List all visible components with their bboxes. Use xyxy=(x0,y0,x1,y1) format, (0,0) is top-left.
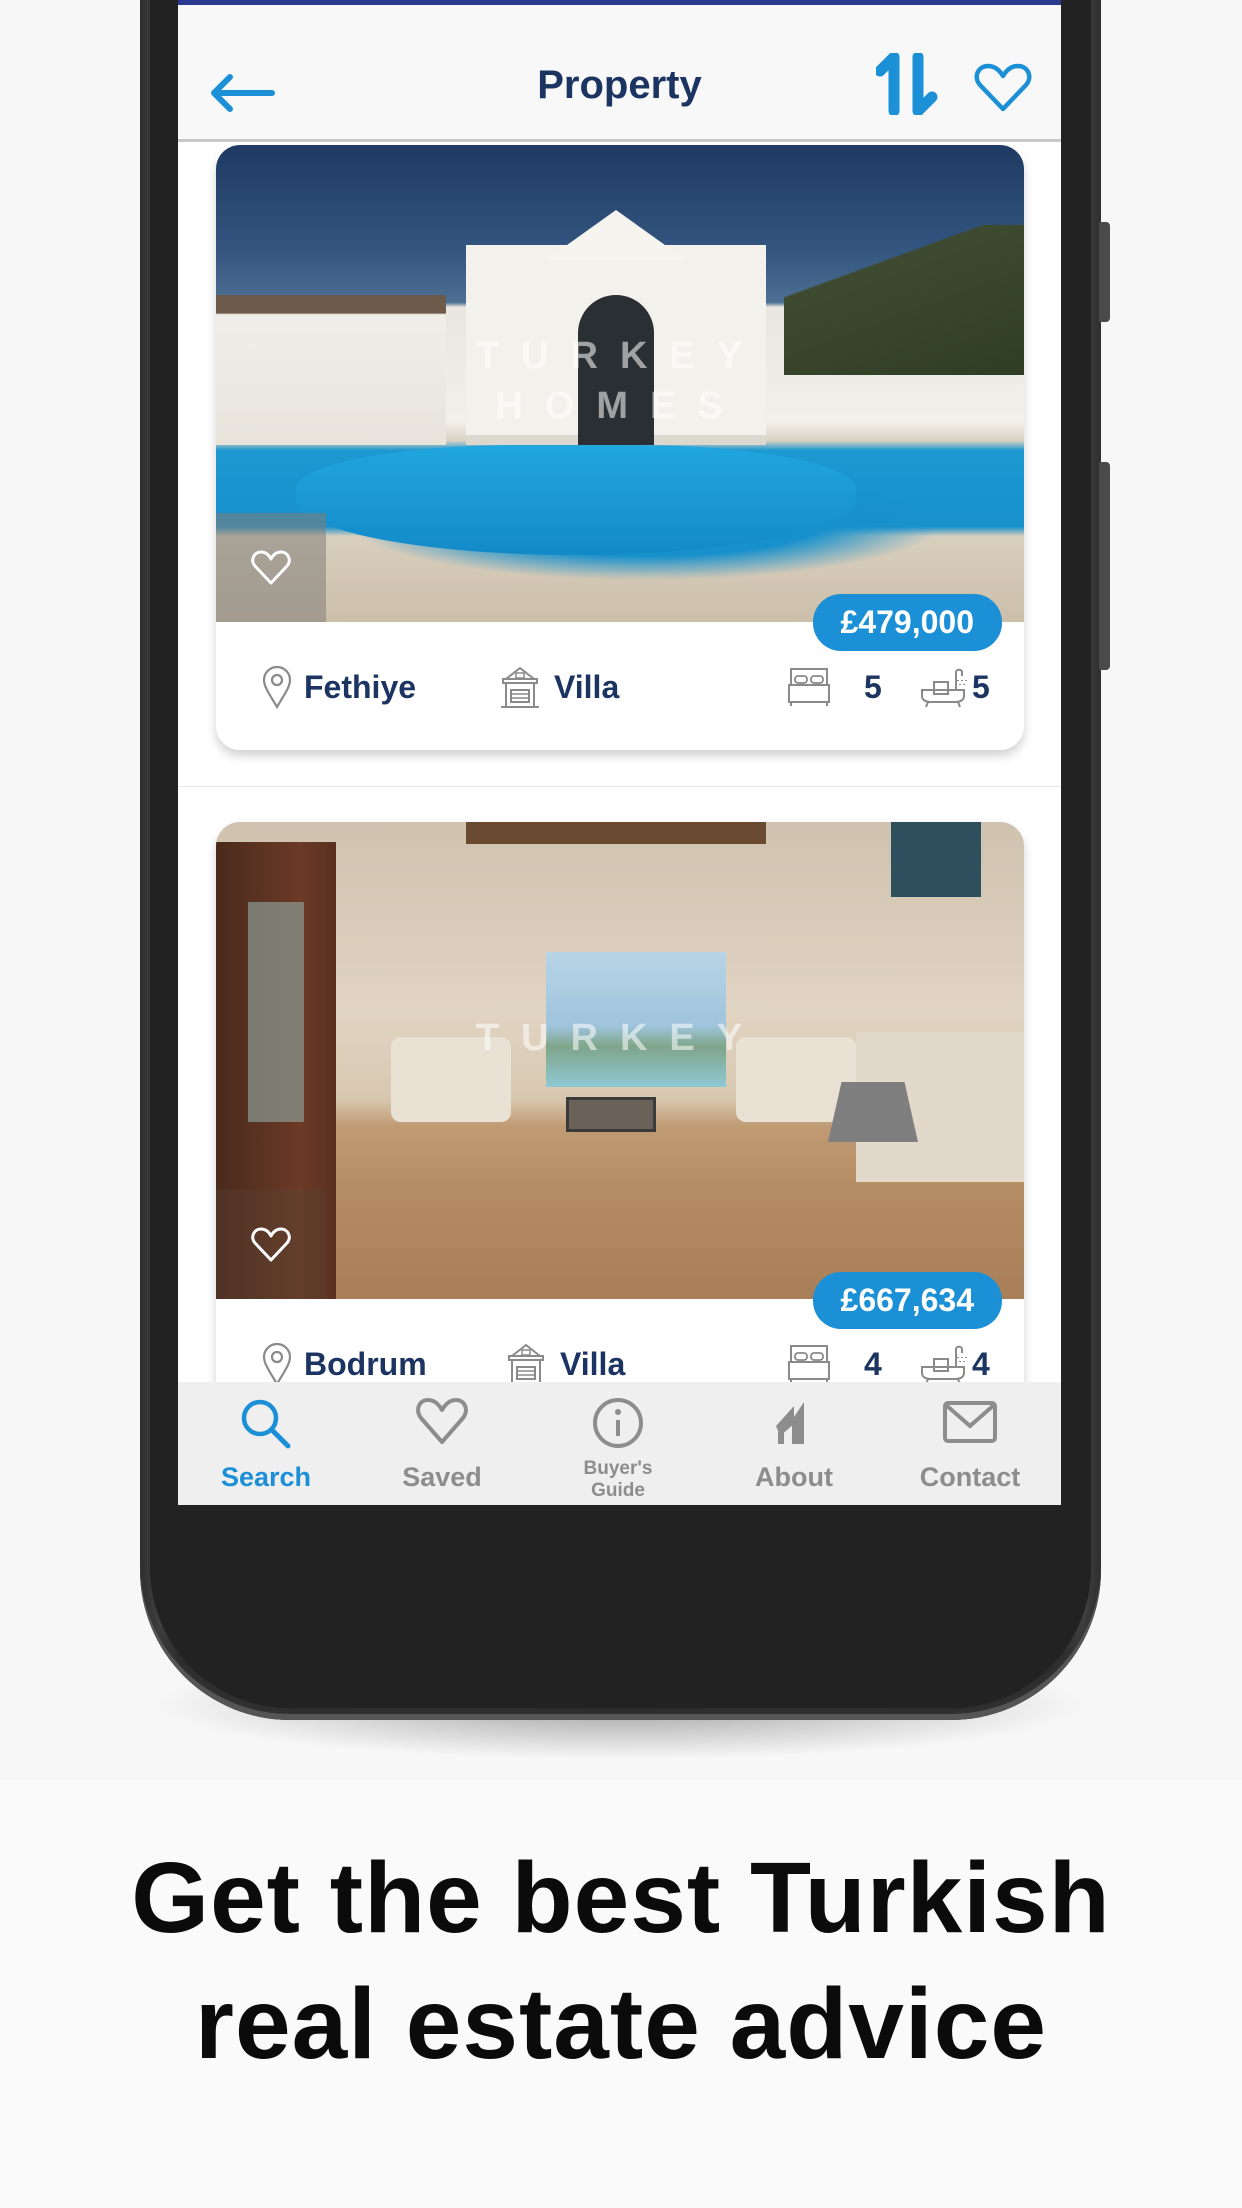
caption-line-1: Get the best Turkish xyxy=(131,1842,1111,1954)
ceiling-beam xyxy=(466,822,766,844)
favorite-toggle[interactable] xyxy=(216,1190,326,1299)
property-type: Villa xyxy=(504,1341,625,1382)
tab-search[interactable]: Search xyxy=(178,1382,354,1505)
sort-button[interactable] xyxy=(874,51,938,120)
device-mockup-background: Property TURKEY HOMES £479,000 Fethiye V… xyxy=(0,0,1242,1780)
watermark-text: TURKEY xyxy=(475,335,765,377)
watermark-text: HOMES xyxy=(495,385,745,427)
heart-outline-icon xyxy=(415,1396,469,1451)
listing-card[interactable]: TURKEY HOMES £479,000 Fethiye Villa 5 5 xyxy=(216,145,1024,750)
bathrooms: 4 xyxy=(920,1341,990,1382)
tab-label: Search xyxy=(220,1462,312,1492)
door-glass xyxy=(248,902,304,1122)
wall-painting xyxy=(891,822,981,897)
pool xyxy=(296,445,856,555)
listing-photo[interactable]: TURKEY xyxy=(216,822,1024,1299)
info-circle-icon xyxy=(591,1396,645,1455)
property-type-label: Villa xyxy=(560,1345,626,1382)
bedroom-count: 5 xyxy=(864,668,882,705)
tab-label: Saved xyxy=(402,1462,482,1492)
listing-photo[interactable]: TURKEY HOMES xyxy=(216,145,1024,622)
tab-label: Buyer's Guide xyxy=(530,1458,706,1502)
villa-pediment xyxy=(546,210,686,260)
tab-about[interactable]: About xyxy=(706,1382,882,1505)
property-type: Villa xyxy=(498,664,619,710)
location-label: Bodrum xyxy=(304,1345,427,1382)
lamp-shade xyxy=(828,1082,918,1142)
app-header: Property xyxy=(178,5,1061,142)
tab-label: Contact xyxy=(919,1462,1021,1492)
tab-label: About xyxy=(755,1462,833,1492)
bedrooms: 5 xyxy=(786,664,882,710)
tab-buyers-guide[interactable]: Buyer's Guide xyxy=(530,1382,706,1505)
house-icon xyxy=(501,666,539,708)
tab-contact[interactable]: Contact xyxy=(882,1382,1058,1505)
caption-line-2: real estate advice xyxy=(195,1968,1047,2080)
marketing-caption: Get the best Turkish real estate advice xyxy=(0,1835,1242,2087)
bedroom-count: 4 xyxy=(864,1345,882,1382)
coffee-table xyxy=(566,1097,656,1132)
map-pin-icon xyxy=(262,1342,292,1382)
favorites-button[interactable] xyxy=(974,63,1032,118)
search-icon xyxy=(238,1396,294,1457)
location-label: Fethiye xyxy=(304,668,417,705)
favorite-toggle[interactable] xyxy=(216,513,326,622)
phone-side-button-bottom xyxy=(1099,462,1110,670)
bathroom-count: 5 xyxy=(972,668,990,705)
bathtub-icon xyxy=(921,668,967,708)
bed-icon xyxy=(788,668,830,706)
location: Bodrum xyxy=(262,1341,427,1382)
list-divider xyxy=(178,786,1061,787)
tab-label-text: Buyer's Guide xyxy=(583,1458,653,1501)
heart-outline-icon xyxy=(251,1227,291,1261)
sort-up-down-icon xyxy=(874,51,938,117)
watermark-text: TURKEY xyxy=(475,1017,765,1059)
map-pin-icon xyxy=(262,665,292,709)
turkey-homes-logo-icon xyxy=(772,1396,816,1457)
property-type-label: Villa xyxy=(554,668,620,705)
listing-scroll-area[interactable]: TURKEY HOMES £479,000 Fethiye Villa 5 5 … xyxy=(178,145,1061,1382)
bed-icon xyxy=(788,1345,830,1382)
bathtub-icon xyxy=(921,1345,967,1382)
envelope-icon xyxy=(942,1400,998,1449)
bottom-tab-bar: Search Saved Buyer's Guide About Contact xyxy=(178,1382,1061,1505)
location: Fethiye xyxy=(262,664,416,710)
heart-outline-icon xyxy=(974,63,1032,112)
listing-details: Bodrum Villa 4 4 xyxy=(216,1299,1024,1382)
listing-details: Fethiye Villa 5 5 xyxy=(216,622,1024,752)
listing-card[interactable]: TURKEY £667,634 Bodrum Villa 4 4 xyxy=(216,822,1024,1382)
phone-side-button-top xyxy=(1099,222,1110,322)
bedrooms: 4 xyxy=(786,1341,882,1382)
heart-outline-icon xyxy=(251,550,291,584)
tab-saved[interactable]: Saved xyxy=(354,1382,530,1505)
bathrooms: 5 xyxy=(920,664,990,710)
bathroom-count: 4 xyxy=(972,1345,990,1382)
house-icon xyxy=(508,1343,544,1382)
app-screen: Property TURKEY HOMES £479,000 Fethiye V… xyxy=(178,0,1061,1505)
